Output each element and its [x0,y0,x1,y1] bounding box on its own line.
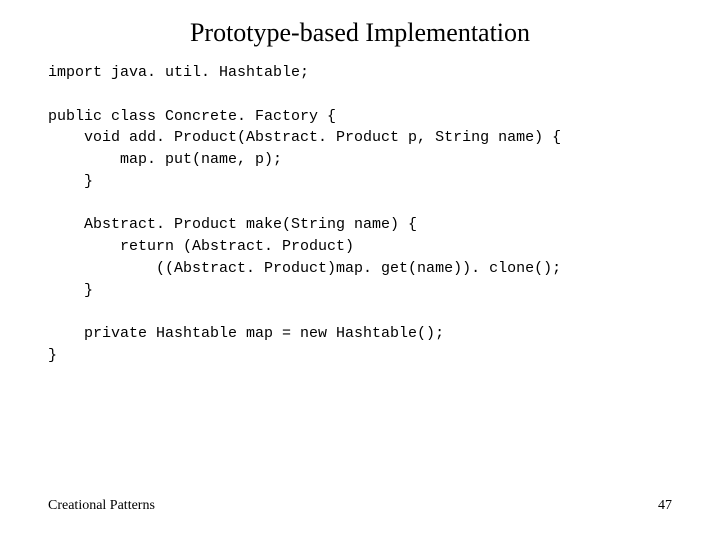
page-title: Prototype-based Implementation [0,0,720,62]
code-block: import java. util. Hashtable; public cla… [0,62,720,367]
footer-left: Creational Patterns [48,498,155,514]
page-number: 47 [658,498,672,514]
